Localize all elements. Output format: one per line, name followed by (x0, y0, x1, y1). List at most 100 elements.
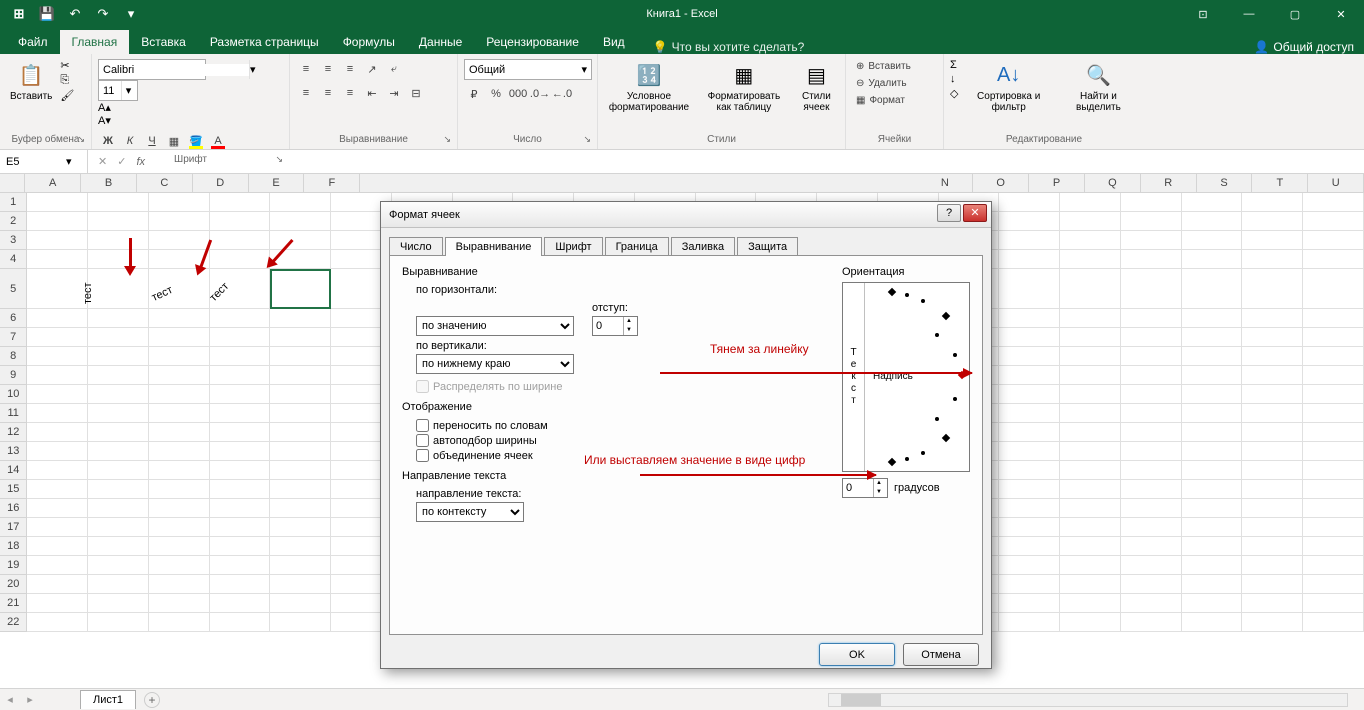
cell[interactable] (1060, 537, 1121, 556)
row-header[interactable]: 16 (0, 499, 27, 518)
row-header[interactable]: 6 (0, 309, 27, 328)
clipboard-launcher-icon[interactable]: ↘ (77, 134, 85, 145)
cell[interactable] (27, 480, 88, 499)
cell[interactable] (1121, 328, 1182, 347)
col-header[interactable]: N (917, 174, 973, 192)
decrease-indent-button[interactable]: ⇤ (362, 83, 382, 103)
clear-button[interactable]: ◇ (950, 87, 958, 100)
decrease-decimal-button[interactable]: ←.0 (552, 84, 572, 104)
merge-button[interactable]: ⊟ (406, 83, 426, 103)
sheet-nav-next[interactable]: ▸ (20, 693, 40, 706)
cell[interactable] (210, 366, 271, 385)
row-header[interactable]: 8 (0, 347, 27, 366)
cell[interactable] (1303, 328, 1364, 347)
cell[interactable] (210, 594, 271, 613)
cell[interactable] (1182, 328, 1243, 347)
tab-formulas[interactable]: Формулы (331, 30, 407, 54)
row-header[interactable]: 20 (0, 575, 27, 594)
orientation-dial[interactable]: Надпись (865, 283, 969, 471)
col-header[interactable]: U (1308, 174, 1364, 192)
border-button[interactable]: ▦ (164, 131, 184, 151)
spin-down-icon[interactable]: ▼ (874, 488, 884, 497)
cell[interactable] (1060, 480, 1121, 499)
chevron-down-icon[interactable]: ▾ (249, 60, 256, 79)
cell[interactable] (210, 442, 271, 461)
cell[interactable] (999, 231, 1060, 250)
autosum-button[interactable]: Σ (950, 59, 958, 71)
cell[interactable] (999, 385, 1060, 404)
row-header[interactable]: 13 (0, 442, 27, 461)
cell[interactable] (88, 423, 149, 442)
cell[interactable] (88, 537, 149, 556)
paste-button[interactable]: 📋 Вставить (6, 59, 56, 104)
decrease-font-button[interactable]: A▾ (98, 114, 206, 127)
cell[interactable] (999, 499, 1060, 518)
cell[interactable] (149, 309, 210, 328)
row-header[interactable]: 15 (0, 480, 27, 499)
text-direction-select[interactable]: по контексту (416, 502, 524, 522)
cell[interactable] (210, 231, 271, 250)
cell[interactable] (1121, 366, 1182, 385)
cell[interactable] (1303, 575, 1364, 594)
cell[interactable] (27, 442, 88, 461)
col-header[interactable]: R (1141, 174, 1197, 192)
cell[interactable] (270, 366, 331, 385)
cell[interactable] (1242, 212, 1303, 231)
cell[interactable] (1060, 309, 1121, 328)
cell[interactable] (210, 193, 271, 212)
cell[interactable] (1060, 594, 1121, 613)
cell[interactable] (1121, 269, 1182, 309)
align-left-button[interactable]: ≡ (296, 83, 316, 103)
cell[interactable] (210, 480, 271, 499)
cell[interactable] (1121, 231, 1182, 250)
cell[interactable] (149, 537, 210, 556)
cell[interactable] (27, 269, 88, 309)
cell[interactable] (1182, 423, 1243, 442)
cell[interactable] (149, 231, 210, 250)
cell[interactable] (1121, 442, 1182, 461)
cell[interactable] (88, 480, 149, 499)
cell[interactable] (1303, 385, 1364, 404)
cell[interactable] (88, 613, 149, 632)
cell[interactable] (149, 575, 210, 594)
vertical-align-select[interactable]: по нижнему краю (416, 354, 574, 374)
cut-button[interactable]: ✂ (60, 59, 74, 72)
cell[interactable] (1303, 499, 1364, 518)
cell[interactable] (270, 231, 331, 250)
maximize-button[interactable]: ▢ (1272, 0, 1318, 28)
cell[interactable] (88, 212, 149, 231)
accounting-format-button[interactable]: ₽ (464, 84, 484, 104)
cell[interactable] (1242, 250, 1303, 269)
cell[interactable] (1182, 366, 1243, 385)
cell[interactable] (210, 556, 271, 575)
cell[interactable] (1121, 461, 1182, 480)
cell[interactable] (1303, 594, 1364, 613)
increase-decimal-button[interactable]: .0→ (530, 84, 550, 104)
cell[interactable] (27, 613, 88, 632)
cell[interactable] (88, 366, 149, 385)
dialog-help-button[interactable]: ? (937, 204, 961, 222)
sheet-nav-prev[interactable]: ◂ (0, 693, 20, 706)
cell[interactable] (1242, 461, 1303, 480)
horizontal-scrollbar[interactable] (828, 693, 1348, 707)
cell[interactable] (1060, 499, 1121, 518)
format-cells-button[interactable]: ▦Формат (852, 93, 915, 108)
cell[interactable] (210, 328, 271, 347)
cell[interactable] (999, 366, 1060, 385)
cell[interactable] (1303, 461, 1364, 480)
cell[interactable] (1060, 328, 1121, 347)
cell[interactable] (1121, 613, 1182, 632)
font-launcher-icon[interactable]: ↘ (275, 154, 283, 165)
col-header[interactable]: S (1197, 174, 1253, 192)
cell[interactable] (1303, 480, 1364, 499)
cell[interactable] (1242, 347, 1303, 366)
cell[interactable] (1242, 328, 1303, 347)
cell[interactable] (27, 231, 88, 250)
minimize-button[interactable]: — (1226, 0, 1272, 28)
row-header[interactable]: 18 (0, 537, 27, 556)
tab-review[interactable]: Рецензирование (474, 30, 591, 54)
row-header[interactable]: 7 (0, 328, 27, 347)
formula-input[interactable] (151, 156, 1364, 168)
increase-font-button[interactable]: A▴ (98, 101, 206, 114)
cell[interactable] (210, 575, 271, 594)
